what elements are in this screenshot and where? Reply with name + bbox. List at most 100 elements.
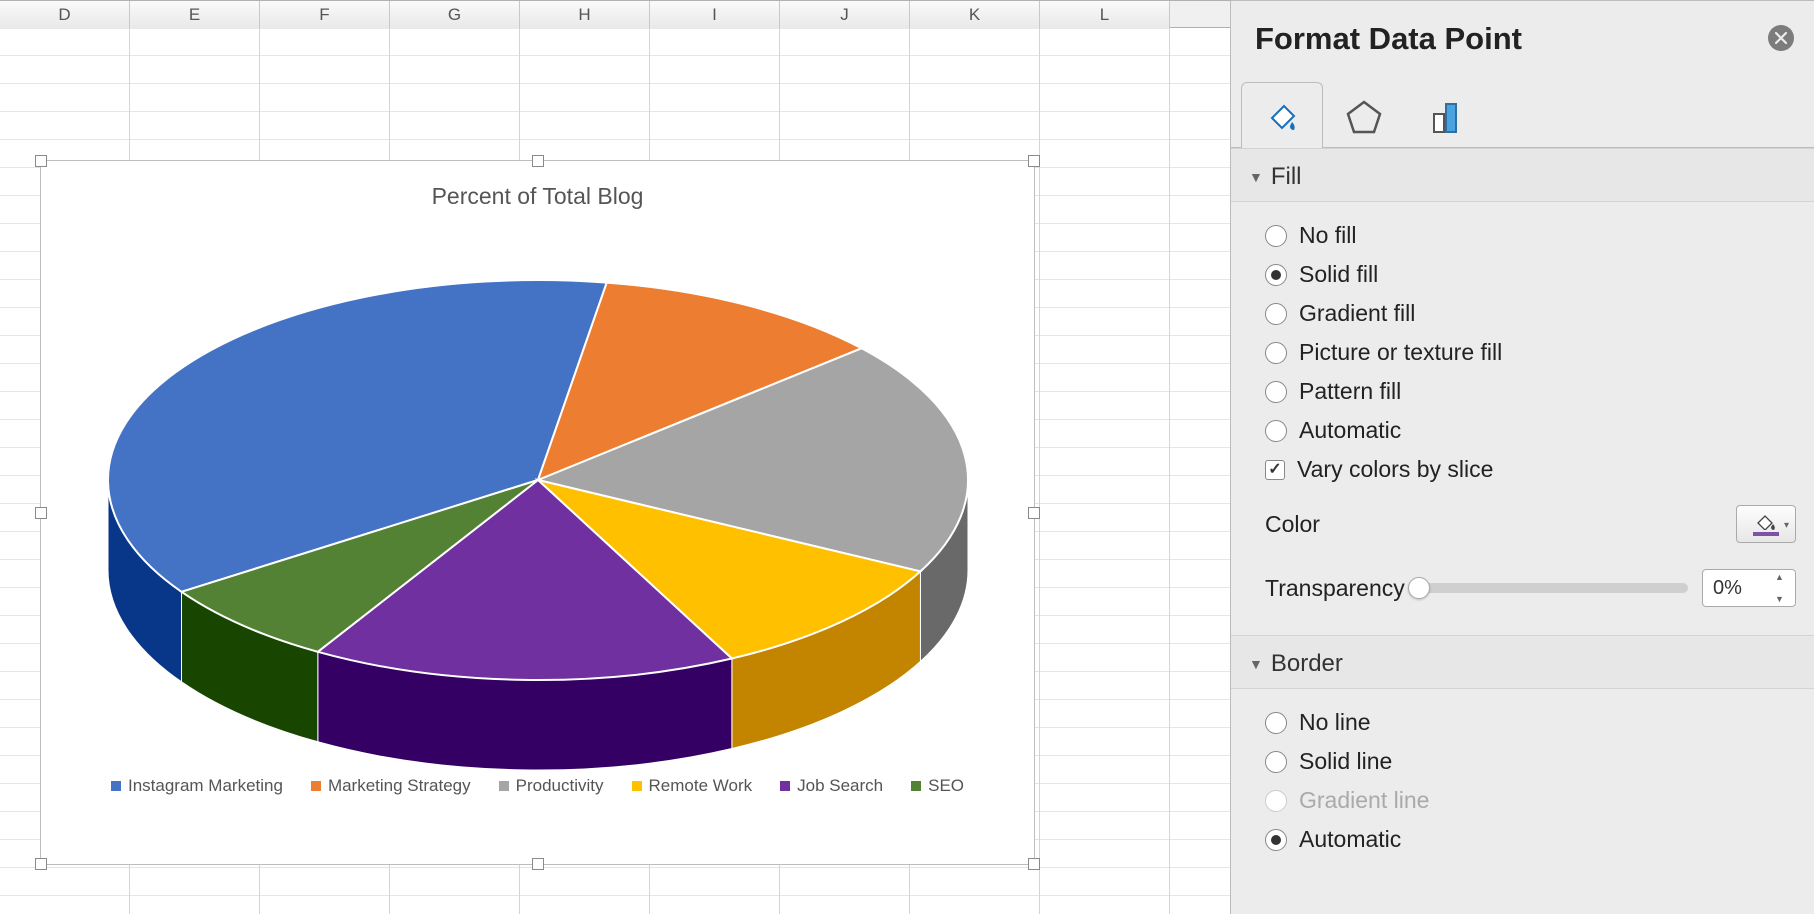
legend-swatch	[632, 781, 642, 791]
radio-label: Gradient fill	[1299, 300, 1415, 327]
radio-label: Gradient line	[1299, 787, 1429, 814]
radio-icon	[1265, 381, 1287, 403]
resize-handle-bottom-left[interactable]	[35, 858, 47, 870]
legend-item-3[interactable]: Remote Work	[632, 776, 753, 796]
radio-gradient-fill[interactable]: Gradient fill	[1265, 294, 1796, 333]
radio-icon	[1265, 829, 1287, 851]
slider-thumb[interactable]	[1408, 577, 1430, 599]
pie-chart[interactable]	[68, 210, 1008, 770]
radio-no-line[interactable]: No line	[1265, 703, 1796, 742]
radio-automatic-fill[interactable]: Automatic	[1265, 411, 1796, 450]
legend-label: Instagram Marketing	[128, 776, 283, 796]
legend-swatch	[780, 781, 790, 791]
section-border-body: No line Solid line Gradient line Automat…	[1231, 689, 1814, 877]
radio-icon	[1265, 303, 1287, 325]
tab-fill-line[interactable]	[1241, 82, 1323, 148]
column-header-F[interactable]: F	[260, 1, 390, 29]
legend-label: Marketing Strategy	[328, 776, 471, 796]
color-picker-button[interactable]: ▾	[1736, 505, 1796, 543]
spinner-buttons[interactable]: ▲▼	[1775, 572, 1791, 604]
radio-picture-fill[interactable]: Picture or texture fill	[1265, 333, 1796, 372]
column-header-D[interactable]: D	[0, 1, 130, 29]
tab-effects[interactable]	[1323, 82, 1405, 148]
radio-automatic-line[interactable]: Automatic	[1265, 820, 1796, 859]
legend-item-4[interactable]: Job Search	[780, 776, 883, 796]
radio-icon	[1265, 751, 1287, 773]
legend-label: Job Search	[797, 776, 883, 796]
radio-label: No fill	[1299, 222, 1357, 249]
radio-label: Picture or texture fill	[1299, 339, 1502, 366]
radio-pattern-fill[interactable]: Pattern fill	[1265, 372, 1796, 411]
column-header-I[interactable]: I	[650, 1, 780, 29]
column-header-H[interactable]: H	[520, 1, 650, 29]
chart-legend[interactable]: Instagram Marketing Marketing Strategy Pro…	[41, 770, 1034, 810]
legend-swatch	[311, 781, 321, 791]
radio-label: Automatic	[1299, 417, 1401, 444]
legend-item-1[interactable]: Marketing Strategy	[311, 776, 471, 796]
radio-label: No line	[1299, 709, 1371, 736]
paint-bucket-icon	[1262, 96, 1302, 136]
radio-icon	[1265, 712, 1287, 734]
radio-label: Automatic	[1299, 826, 1401, 853]
legend-item-5[interactable]: SEO	[911, 776, 964, 796]
radio-label: Pattern fill	[1299, 378, 1401, 405]
section-fill-body: No fill Solid fill Gradient fill Picture…	[1231, 202, 1814, 635]
panel-title: Format Data Point	[1231, 1, 1814, 71]
legend-swatch	[111, 781, 121, 791]
column-header-J[interactable]: J	[780, 1, 910, 29]
panel-title-text: Format Data Point	[1255, 21, 1522, 56]
radio-icon	[1265, 264, 1287, 286]
column-header-L[interactable]: L	[1040, 1, 1170, 29]
legend-swatch	[499, 781, 509, 791]
chart-title[interactable]: Percent of Total Blog	[41, 161, 1034, 210]
resize-handle-top-mid[interactable]	[532, 155, 544, 167]
checkbox-vary-colors[interactable]: Vary colors by slice	[1265, 450, 1796, 489]
radio-solid-line[interactable]: Solid line	[1265, 742, 1796, 781]
radio-icon	[1265, 420, 1287, 442]
transparency-label: Transparency	[1265, 575, 1405, 602]
collapse-icon: ▼	[1249, 169, 1263, 185]
column-header-K[interactable]: K	[910, 1, 1040, 29]
pentagon-icon	[1344, 96, 1384, 136]
resize-handle-bottom-mid[interactable]	[532, 858, 544, 870]
tab-size-properties[interactable]	[1405, 82, 1487, 148]
radio-icon	[1265, 342, 1287, 364]
transparency-slider[interactable]	[1419, 583, 1688, 593]
checkbox-icon	[1265, 460, 1285, 480]
column-header-E[interactable]: E	[130, 1, 260, 29]
radio-label: Solid fill	[1299, 261, 1378, 288]
legend-item-0[interactable]: Instagram Marketing	[111, 776, 283, 796]
color-label: Color	[1265, 511, 1320, 538]
bar-chart-icon	[1426, 96, 1466, 136]
section-border-header[interactable]: ▼ Border	[1231, 635, 1814, 689]
resize-handle-mid-right[interactable]	[1028, 507, 1040, 519]
chart-container[interactable]: Percent of Total Blog Instagram Marketin…	[40, 160, 1035, 865]
resize-handle-mid-left[interactable]	[35, 507, 47, 519]
panel-tab-row	[1231, 71, 1814, 148]
section-fill-header[interactable]: ▼ Fill	[1231, 148, 1814, 202]
paint-bucket-icon	[1755, 512, 1777, 530]
close-panel-button[interactable]	[1768, 25, 1794, 51]
radio-no-fill[interactable]: No fill	[1265, 216, 1796, 255]
section-fill-label: Fill	[1271, 163, 1302, 190]
format-panel: Format Data Point ▼Fill No fill So	[1230, 0, 1814, 914]
column-header-G[interactable]: G	[390, 1, 520, 29]
legend-swatch	[911, 781, 921, 791]
resize-handle-bottom-right[interactable]	[1028, 858, 1040, 870]
dropdown-caret-icon: ▾	[1784, 520, 1789, 531]
radio-solid-fill[interactable]: Solid fill	[1265, 255, 1796, 294]
transparency-input[interactable]: 0% ▲▼	[1702, 569, 1796, 607]
resize-handle-top-left[interactable]	[35, 155, 47, 167]
radio-icon	[1265, 225, 1287, 247]
legend-item-2[interactable]: Productivity	[499, 776, 604, 796]
section-border-label: Border	[1271, 650, 1343, 677]
column-header-row: DEFGHIJKL	[0, 0, 1230, 28]
legend-label: Productivity	[516, 776, 604, 796]
resize-handle-top-right[interactable]	[1028, 155, 1040, 167]
transparency-value: 0%	[1713, 577, 1742, 600]
checkbox-label: Vary colors by slice	[1297, 456, 1493, 483]
legend-label: SEO	[928, 776, 964, 796]
radio-icon	[1265, 790, 1287, 812]
radio-gradient-line: Gradient line	[1265, 781, 1796, 820]
collapse-icon: ▼	[1249, 656, 1263, 672]
